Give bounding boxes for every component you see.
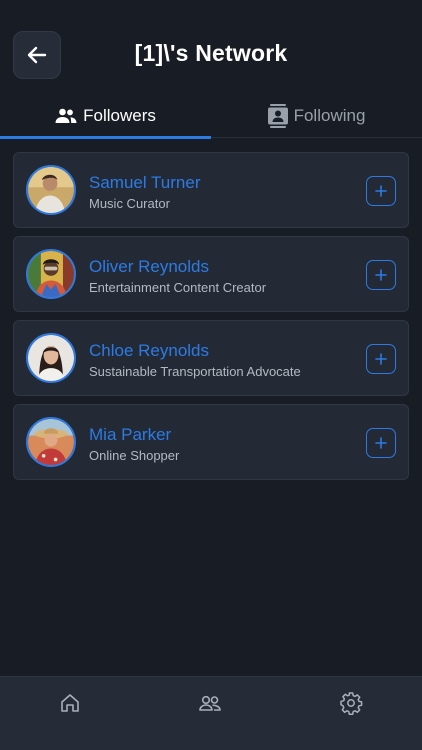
follower-role: Music Curator [89,196,170,211]
tab-following[interactable]: Following [211,96,422,136]
header: [1]\'s Network [0,0,422,100]
bottom-nav [0,676,422,750]
follower-card-oliver-reynolds[interactable]: Oliver Reynolds Entertainment Content Cr… [13,236,409,312]
plus-icon [375,353,387,365]
nav-network[interactable] [198,691,222,715]
add-follower-button[interactable] [366,260,396,290]
avatar-image [28,419,74,465]
avatar-image [28,335,74,381]
page-title: [1]\'s Network [134,40,288,66]
follower-role: Online Shopper [89,448,180,463]
plus-icon [375,185,387,197]
contact-card-icon [267,104,288,128]
gear-icon [340,692,363,715]
follower-name[interactable]: Samuel Turner [89,173,201,193]
tab-divider [211,137,422,138]
avatar-image [28,167,74,213]
follower-card-mia-parker[interactable]: Mia Parker Online Shopper [13,404,409,480]
tab-following-label: Following [293,106,366,125]
nav-settings[interactable] [339,691,363,715]
people-icon [199,695,221,711]
avatar [26,249,76,299]
nav-home[interactable] [58,691,82,715]
avatar [26,333,76,383]
follower-role: Sustainable Transportation Advocate [89,364,301,379]
add-follower-button[interactable] [366,344,396,374]
network-screen: [1]\'s Network Followers Following Samue… [0,0,422,750]
tab-bar: Followers Following [0,96,422,140]
avatar-image [28,251,74,297]
add-follower-button[interactable] [366,428,396,458]
follower-name[interactable]: Chloe Reynolds [89,341,209,361]
avatar [26,165,76,215]
people-icon [55,108,77,123]
add-follower-button[interactable] [366,176,396,206]
tab-followers-label: Followers [83,106,156,125]
plus-icon [375,437,387,449]
active-tab-indicator [0,136,211,139]
follower-role: Entertainment Content Creator [89,280,267,295]
plus-icon [375,269,387,281]
tab-followers[interactable]: Followers [0,96,211,136]
follower-name[interactable]: Oliver Reynolds [89,257,209,277]
follower-card-chloe-reynolds[interactable]: Chloe Reynolds Sustainable Transportatio… [13,320,409,396]
avatar [26,417,76,467]
followers-list: Samuel Turner Music Curator Oliver Reyno… [13,152,409,488]
follower-card-samuel-turner[interactable]: Samuel Turner Music Curator [13,152,409,228]
home-icon [61,694,79,712]
follower-name[interactable]: Mia Parker [89,425,171,445]
